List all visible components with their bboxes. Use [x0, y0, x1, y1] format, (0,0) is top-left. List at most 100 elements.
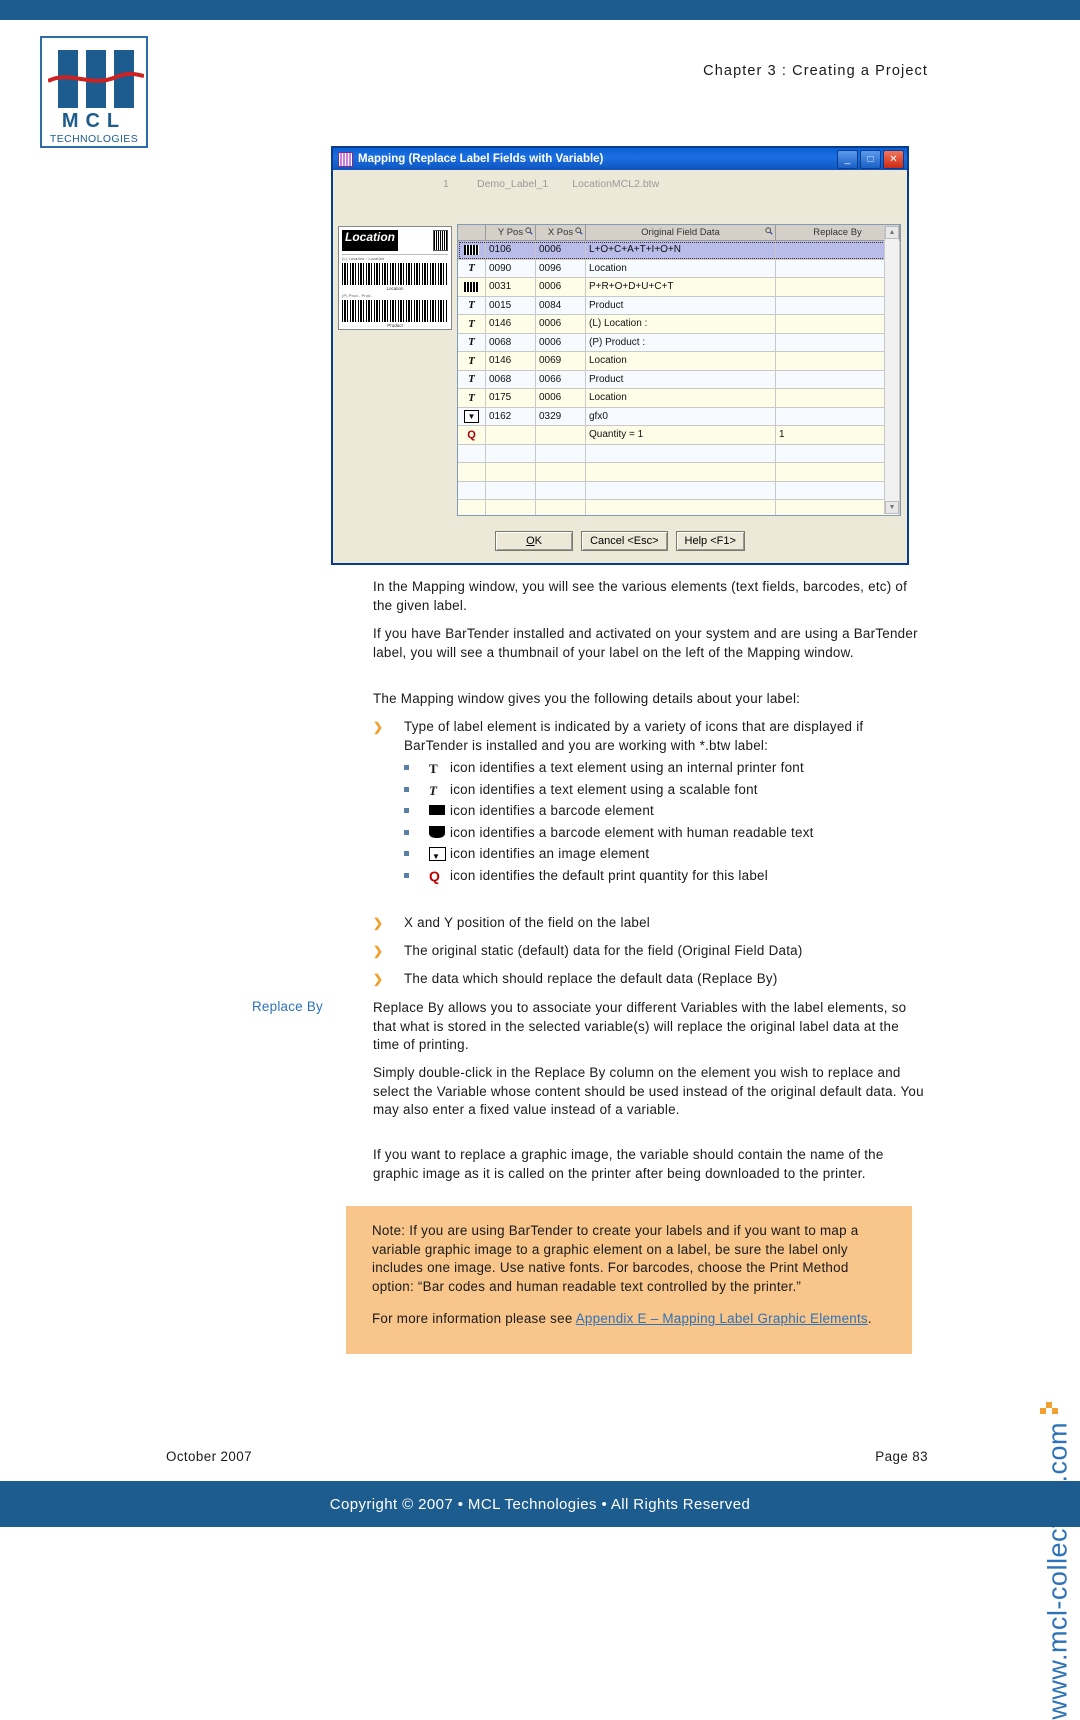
- cell-original-field-data: Location: [586, 352, 776, 370]
- cell-replace-by[interactable]: [776, 389, 900, 407]
- appendix-e-link[interactable]: Appendix E – Mapping Label Graphic Eleme…: [576, 1311, 868, 1326]
- thumbnail-caption-2: (P) Prod.. Prod..: [342, 294, 374, 298]
- help-button[interactable]: Help <F1>: [675, 531, 745, 551]
- footer-copyright-text: Copyright © 2007 • MCL Technologies • Al…: [329, 1495, 751, 1513]
- cell-icon: T: [458, 333, 486, 351]
- cell-replace-by[interactable]: [776, 444, 900, 462]
- cell-replace-by[interactable]: [776, 333, 900, 351]
- square-bullet-icon: [404, 851, 409, 857]
- top-accent-bar: [0, 0, 1080, 20]
- ok-button[interactable]: OK: [495, 531, 574, 551]
- chapter-title: Chapter 3 : Creating a Project: [703, 63, 928, 79]
- cell-original-field-data: (P) Product :: [586, 333, 776, 351]
- table-row[interactable]: T 0146 0006 (L) Location :: [458, 315, 900, 334]
- bullet-original-data: ❯ The original static (default) data for…: [373, 942, 929, 961]
- row-text-scalable-icon: T: [468, 391, 475, 404]
- column-header-replace-by[interactable]: Replace By: [776, 225, 900, 240]
- scroll-up-icon[interactable]: ▲: [885, 226, 899, 239]
- note-reference-suffix: .: [867, 1311, 872, 1327]
- table-row[interactable]: T 0015 0084 Product: [458, 296, 900, 315]
- maximize-button[interactable]: □: [860, 149, 881, 169]
- scroll-down-icon[interactable]: ▼: [885, 501, 899, 514]
- table-row[interactable]: T 0068 0066 Product: [458, 370, 900, 389]
- bullet-marker-icon: ❯: [373, 944, 384, 958]
- cell-replace-by[interactable]: [776, 500, 900, 515]
- square-bullet-icon: [404, 786, 409, 792]
- cell-y-pos: 0146: [486, 315, 536, 333]
- cell-replace-by[interactable]: [776, 241, 900, 259]
- cell-y-pos: 0031: [486, 278, 536, 296]
- icon-legend-list: T icon identifies a text element using a…: [404, 757, 929, 886]
- text-internal-font-icon: T: [429, 761, 438, 777]
- barcode-human-readable-icon: [429, 825, 445, 838]
- column-header-y-pos[interactable]: Y Pos: [486, 225, 536, 240]
- cell-y-pos: [486, 426, 536, 444]
- column-header-original-field-data[interactable]: Original Field Data: [586, 225, 776, 240]
- mapping-grid: Y Pos X Pos Original Field Data Replace …: [457, 224, 901, 516]
- legend-item-quantity-text: icon identifies the default print quanti…: [450, 867, 768, 883]
- cell-replace-by[interactable]: 1: [776, 426, 900, 444]
- minimize-button[interactable]: _: [837, 149, 858, 169]
- grid-scrollbar[interactable]: ▲ ▼: [884, 226, 899, 514]
- cancel-button[interactable]: Cancel <Esc>: [581, 531, 668, 551]
- filter-icon[interactable]: [525, 227, 533, 235]
- table-row[interactable]: Q Quantity = 11: [458, 426, 900, 445]
- table-row[interactable]: 0031 0006 P+R+O+D+U+C+T: [458, 278, 900, 297]
- bullet-position: ❯ X and Y position of the field on the l…: [373, 914, 929, 933]
- table-row[interactable]: T 0175 0006 Location: [458, 389, 900, 408]
- footer-copyright-bar: Copyright © 2007 • MCL Technologies • Al…: [0, 1481, 1080, 1527]
- table-row[interactable]: [458, 500, 900, 515]
- filter-icon[interactable]: [765, 227, 773, 235]
- cell-icon: ▼: [458, 407, 486, 425]
- column-header-icon[interactable]: [458, 225, 486, 240]
- cell-replace-by[interactable]: [776, 259, 900, 277]
- paragraph-4: Replace By allows you to associate your …: [373, 1000, 907, 1053]
- table-row[interactable]: [458, 463, 900, 482]
- table-row[interactable]: T 0146 0069 Location: [458, 352, 900, 371]
- cell-replace-by[interactable]: [776, 370, 900, 388]
- square-bullet-icon: [404, 829, 409, 835]
- column-header-x-pos[interactable]: X Pos: [536, 225, 586, 240]
- table-row[interactable]: T 0090 0096 Location: [458, 259, 900, 278]
- table-row[interactable]: [458, 444, 900, 463]
- table-row[interactable]: 0106 0006 L+O+C+A+T+I+O+N: [458, 241, 900, 260]
- cell-x-pos: 0096: [536, 259, 586, 277]
- row-text-scalable-icon: T: [468, 373, 475, 386]
- note-text: Note: If you are using BarTender to crea…: [372, 1223, 859, 1294]
- cell-replace-by[interactable]: [776, 278, 900, 296]
- paragraph-3: The Mapping window gives you the followi…: [373, 691, 801, 706]
- table-row[interactable]: [458, 481, 900, 500]
- cell-icon: T: [458, 352, 486, 370]
- close-button[interactable]: ✕: [883, 149, 904, 169]
- thumbnail-barcode-2: [342, 300, 448, 322]
- cell-replace-by[interactable]: [776, 463, 900, 481]
- cell-icon: T: [458, 315, 486, 333]
- legend-item-barcode-text: icon identifies a barcode element: [450, 803, 655, 819]
- thumbnail-title: Location: [342, 230, 398, 251]
- thumbnail-caption-1: (L) Location : Location: [342, 257, 385, 261]
- margin-label-replace-by: Replace By: [252, 999, 323, 1014]
- legend-item-quantity: Q icon identifies the default print quan…: [404, 865, 929, 887]
- legend-item-internal-font: T icon identifies a text element using a…: [404, 757, 929, 779]
- cell-x-pos: [536, 481, 586, 499]
- paragraph-1: In the Mapping window, you will see the …: [373, 579, 908, 613]
- cell-icon: [458, 444, 486, 462]
- cell-y-pos: 0146: [486, 352, 536, 370]
- cell-original-field-data: Product: [586, 296, 776, 314]
- row-text-scalable-icon: T: [468, 299, 475, 312]
- table-row[interactable]: T 0068 0006 (P) Product :: [458, 333, 900, 352]
- table-row[interactable]: ▼ 0162 0329 gfx0: [458, 407, 900, 426]
- cell-replace-by[interactable]: [776, 296, 900, 314]
- cell-icon: T: [458, 389, 486, 407]
- dialog-title: Mapping (Replace Label Fields with Varia…: [358, 153, 604, 165]
- cell-x-pos: 0084: [536, 296, 586, 314]
- cell-replace-by[interactable]: [776, 407, 900, 425]
- cell-replace-by[interactable]: [776, 315, 900, 333]
- cell-replace-by[interactable]: [776, 481, 900, 499]
- cell-y-pos: 0175: [486, 389, 536, 407]
- cell-original-field-data: gfx0: [586, 407, 776, 425]
- bullet-position-text: X and Y position of the field on the lab…: [404, 915, 651, 930]
- bullet-original-data-text: The original static (default) data for t…: [404, 943, 803, 958]
- filter-icon[interactable]: [575, 227, 583, 235]
- cell-replace-by[interactable]: [776, 352, 900, 370]
